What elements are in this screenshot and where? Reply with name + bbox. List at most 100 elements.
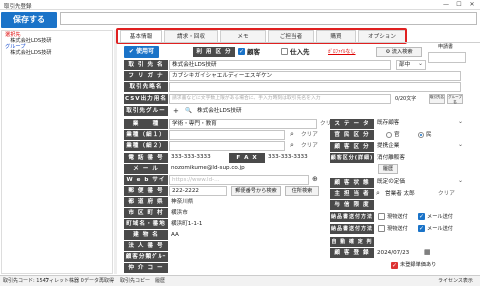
- send2-paper-checkbox[interactable]: [378, 225, 385, 232]
- web-input[interactable]: https://www.ld-...: [169, 175, 309, 185]
- unregistered-price-label: 未登録単価あり: [400, 262, 437, 268]
- inflow-search-button[interactable]: ⚙ 流入検索: [376, 47, 422, 57]
- csv-input[interactable]: 請求書などに文字数上限がある場合に、手入力時刻は取引先名を入力: [169, 94, 391, 104]
- send-paper-checkbox[interactable]: [378, 213, 385, 220]
- dept-select[interactable]: 部中: [396, 60, 426, 70]
- civ-radio[interactable]: [418, 132, 424, 138]
- pref-label: 都 道 府 県: [124, 197, 168, 207]
- zip-search-button[interactable]: 郵便番号から検索: [231, 186, 281, 196]
- mail-label: メ ー ル: [124, 164, 168, 174]
- group-add-button[interactable]: +: [173, 106, 179, 116]
- fax-input[interactable]: 333-333-3333: [266, 153, 320, 163]
- building-label: 建 物 名: [124, 230, 168, 240]
- credit-label: 与 信 限 度 額: [330, 200, 374, 218]
- calendar-icon[interactable]: ▦: [424, 247, 431, 257]
- name-input[interactable]: 株式会社LDS技研: [169, 60, 391, 70]
- segment2-label: 顧客区分(詳細): [330, 153, 374, 163]
- contract-label: 顧 客 状 態: [330, 178, 374, 188]
- agency-code-label: 仲 介 コ ー ド: [124, 263, 168, 281]
- building-value[interactable]: AA: [171, 230, 179, 240]
- industry-sub2-label: 業種（細２）: [124, 141, 168, 151]
- request-label: 申請書: [438, 44, 454, 50]
- phone-label: 電 話 番 号: [124, 153, 168, 163]
- send2-mail-checkbox[interactable]: ✓: [418, 225, 425, 232]
- history-button[interactable]: 履歴: [378, 164, 398, 174]
- clear-rep-button[interactable]: クリア: [438, 189, 455, 199]
- tab-bar: 基本情報 請求・回収 メモ ご担当者 購買 オプション: [118, 30, 480, 42]
- maximize-button[interactable]: ☐: [453, 1, 465, 9]
- tab-basic-info[interactable]: 基本情報: [120, 30, 162, 42]
- segment-label: 顧 客 区 分: [330, 142, 374, 152]
- history-status-button[interactable]: 履歴: [155, 277, 165, 286]
- request-field[interactable]: [428, 52, 466, 63]
- profile-link[interactable]: ｶﾞﾛﾌｧｲﾙなし: [328, 47, 356, 57]
- refresh-data-button[interactable]: データ再取得: [84, 277, 114, 286]
- status-bar: 取引先コード: 1547 ウィレット株器 0 データ再取得 取引先コピー 履歴 …: [0, 275, 480, 286]
- mail-input[interactable]: nozomikume@ld-sup.co.jp: [169, 164, 319, 174]
- tab-contacts[interactable]: ご担当者: [268, 30, 314, 42]
- industry-sub2-input[interactable]: [169, 141, 285, 151]
- gov-radio[interactable]: [386, 132, 392, 138]
- auto-confirm-label: 自 動 確 定 判 定: [330, 237, 374, 255]
- send-method-label: 納品書送付方法: [330, 212, 374, 222]
- rep-label: 主 担 当 者: [330, 189, 374, 199]
- minimize-button[interactable]: —: [440, 1, 452, 9]
- save-button[interactable]: 保存する: [1, 12, 57, 28]
- clear-sub1-button[interactable]: クリア: [301, 130, 318, 140]
- segment-select[interactable]: 提携企業: [375, 141, 465, 152]
- industry-sub1-label: 業種（細１）: [124, 130, 168, 140]
- gov-label: 官: [394, 132, 400, 138]
- customer-checkbox[interactable]: ✓: [238, 48, 245, 55]
- city-value[interactable]: 横浜市: [171, 208, 188, 218]
- tab-memo[interactable]: メモ: [220, 30, 266, 42]
- segment2-value: 消付離販客: [377, 155, 405, 161]
- status-enabled-label: 使用可: [136, 48, 155, 55]
- csv-count: 0/20文字: [395, 96, 417, 102]
- web-label: W e b サイト: [124, 175, 168, 193]
- pref-value[interactable]: 神奈川県: [171, 197, 193, 207]
- fax-label: F A X: [229, 153, 265, 163]
- zip-input[interactable]: 222-2222: [169, 186, 227, 196]
- abbr-input[interactable]: [169, 82, 461, 92]
- tab-billing[interactable]: 請求・回収: [164, 30, 218, 42]
- tree-item-group-company[interactable]: 株式会社LDS技研: [5, 50, 51, 57]
- copy-name-button[interactable]: 取引先名: [429, 94, 445, 104]
- ownership-label: 官 民 区 分: [330, 130, 374, 140]
- license-button[interactable]: ライセンス表示: [438, 277, 473, 286]
- group-label: 取引先グループ: [124, 106, 168, 124]
- close-button[interactable]: ✕: [466, 1, 478, 9]
- supplier-checkbox[interactable]: [281, 48, 288, 55]
- phone-input[interactable]: 333-333-3333: [169, 153, 227, 163]
- tab-options[interactable]: オプション: [358, 30, 406, 42]
- send2-paper-label: 現物送付: [387, 226, 408, 232]
- status-select[interactable]: 既存顧客: [375, 118, 465, 129]
- industry-sub1-input[interactable]: [169, 130, 285, 140]
- globe-icon[interactable]: ⊕: [312, 174, 318, 184]
- tab-purchasing[interactable]: 購買: [316, 30, 356, 42]
- street-value[interactable]: 横浜町1-1-1: [171, 219, 203, 229]
- send-method2-label: 納品書送付方法: [330, 224, 374, 234]
- search-icon[interactable]: ⌕: [290, 140, 294, 150]
- search-icon[interactable]: 🔍: [185, 106, 192, 116]
- usage-label: 利 用 区 分: [193, 47, 235, 57]
- search-icon[interactable]: ⌕: [376, 188, 380, 198]
- abbr-label: 取引先略名: [124, 82, 168, 92]
- search-icon[interactable]: ⌕: [290, 129, 294, 139]
- title-bar: 取引先登録 — ☐ ✕: [0, 0, 480, 10]
- contract-select[interactable]: 既定の定価: [375, 177, 465, 188]
- rep-value: 営業者 太郎: [385, 191, 415, 197]
- industry-input[interactable]: 学術・専門・教育: [169, 119, 317, 129]
- copy-group-button[interactable]: グループ名: [447, 94, 463, 104]
- unregistered-price-checkbox[interactable]: ✓: [391, 262, 398, 269]
- kana-input[interactable]: カブシキガイシャエルディーエスギケン: [169, 71, 461, 81]
- status-enabled-button[interactable]: ✔ 使用可: [124, 46, 159, 58]
- address-search-button[interactable]: 住所検索: [285, 186, 319, 196]
- clear-sub2-button[interactable]: クリア: [301, 141, 318, 151]
- top-input[interactable]: [60, 12, 477, 25]
- registered-date-value[interactable]: 2024/07/23: [377, 248, 409, 258]
- copy-customer-button[interactable]: 取引先コピー: [120, 277, 150, 286]
- send-mail-checkbox[interactable]: ✓: [418, 213, 425, 220]
- splitter[interactable]: [114, 30, 117, 274]
- kana-label: フ リ ガ ナ: [124, 71, 168, 81]
- registered-date-label: 顧 客 登 録 日: [330, 248, 374, 266]
